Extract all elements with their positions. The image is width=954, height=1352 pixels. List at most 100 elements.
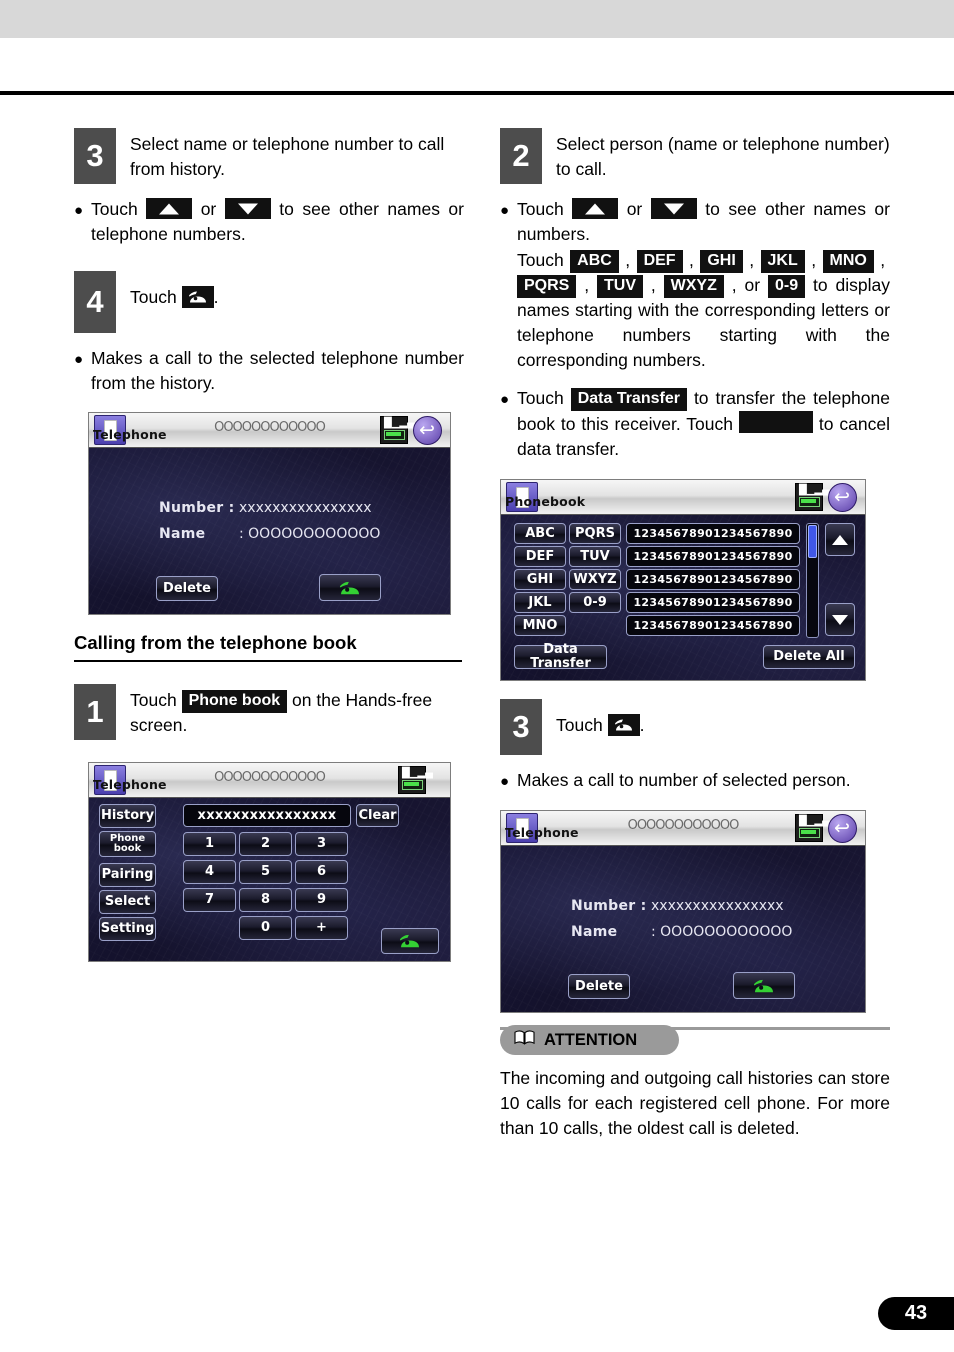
phone-call-icon[interactable] (607, 714, 640, 736)
bullet-mid: or (626, 199, 643, 219)
letter-chip-wxyz[interactable]: WXYZ (663, 275, 724, 298)
call-button[interactable] (381, 928, 439, 954)
step-instruction: Select person (name or telephone number)… (556, 134, 890, 179)
sidebar-item-setting[interactable]: Setting (99, 917, 156, 941)
key-7[interactable]: 7 (183, 888, 236, 912)
step-instruction: Touch Phone book on the Hands-free scree… (130, 684, 464, 738)
key-4[interactable]: 4 (183, 860, 236, 884)
delete-button[interactable]: Delete (568, 974, 630, 999)
signal-bars-icon: █▁▂▄ (402, 768, 433, 779)
number-value: xxxxxxxxxxxxxxxx (239, 500, 372, 516)
sidebar-item-phone-book[interactable]: Phone book (99, 831, 156, 857)
bullet-text: Touch Data Transfer to transfer the tele… (517, 386, 890, 462)
phonebook-entry-1[interactable]: 12345678901234567890 (626, 523, 800, 544)
phone-book-chip[interactable]: Phone book (181, 690, 288, 713)
sidebar-item-select[interactable]: Select (99, 890, 156, 914)
scroll-down-button[interactable] (825, 603, 855, 636)
key-plus[interactable]: + (295, 916, 348, 940)
scroll-up-icon[interactable] (146, 198, 193, 219)
telephone-call-screen[interactable]: Telephone OOOOOOOOOOOO █▁▂▄ Number : xxx… (88, 412, 451, 615)
letter-chip-abc[interactable]: ABC (570, 250, 619, 273)
number-label: Number : (571, 898, 647, 914)
letter-key-mno[interactable]: MNO (514, 615, 566, 636)
call-button[interactable] (319, 574, 381, 601)
phonebook-entry-2[interactable]: 12345678901234567890 (626, 546, 800, 567)
letter-chip-tuv[interactable]: TUV (597, 275, 643, 298)
phonebook-entry-3[interactable]: 12345678901234567890 (626, 569, 800, 590)
step-pre: Touch (130, 287, 177, 307)
key-1[interactable]: 1 (183, 832, 236, 856)
letter-chip-ghi[interactable]: GHI (700, 250, 743, 273)
letter-chip-def[interactable]: DEF (636, 250, 683, 273)
back-button[interactable] (413, 416, 442, 445)
delete-all-button[interactable]: Delete All (763, 645, 855, 669)
scroll-down-icon[interactable] (224, 198, 271, 219)
attention-body: The incoming and outgoing call histories… (500, 1068, 890, 1138)
key-2[interactable]: 2 (239, 832, 292, 856)
step-badge: 4 (74, 271, 116, 333)
call-button[interactable] (733, 972, 795, 999)
data-transfer-chip[interactable]: Data Transfer (570, 388, 687, 411)
section-heading: Calling from the telephone book (74, 632, 357, 653)
bullet-dot: ● (500, 391, 510, 408)
bullet-dot: ● (74, 351, 84, 368)
redacted-chip[interactable] (738, 411, 813, 433)
letter-key-ghi[interactable]: GHI (514, 569, 566, 590)
letter-key-tuv[interactable]: TUV (569, 546, 621, 567)
scrollbar-track[interactable] (806, 523, 819, 638)
right-column: 2 Select person (name or telephone numbe… (500, 128, 890, 1141)
signal-bars-icon: █▁▂▄ (384, 418, 415, 429)
letter-key-wxyz[interactable]: WXYZ (569, 569, 621, 590)
bullet-text: Makes a call to the selected telephone n… (91, 348, 464, 393)
clear-button[interactable]: Clear (356, 804, 399, 827)
key-3[interactable]: 3 (295, 832, 348, 856)
attention-box: ATTENTION The incoming and outgoing call… (500, 1025, 890, 1141)
letter-key-abc[interactable]: ABC (514, 523, 566, 544)
sidebar-item-history[interactable]: History (99, 804, 156, 828)
telephone-call-screen[interactable]: Telephone OOOOOOOOOOOO █▁▂▄ Number : xxx… (500, 810, 866, 1013)
key-0[interactable]: 0 (239, 916, 292, 940)
data-transfer-button[interactable]: Data Transfer (514, 643, 607, 670)
key-9[interactable]: 9 (295, 888, 348, 912)
bullet-text: Touch or to see other names or telephone… (91, 197, 464, 247)
scroll-down-icon[interactable] (650, 198, 697, 219)
back-button[interactable] (828, 814, 857, 843)
battery-icon (799, 497, 820, 507)
screen-content: Number : xxxxxxxxxxxxxxxx Name : OOOOOOO… (89, 448, 450, 614)
back-button[interactable] (828, 483, 857, 512)
scroll-up-icon[interactable] (572, 198, 619, 219)
phonebook-entry-4[interactable]: 12345678901234567890 (626, 592, 800, 613)
phone-call-icon[interactable] (181, 286, 214, 308)
step-pre: Touch (130, 690, 177, 710)
signal-battery-icon: █▁▂▄ (380, 416, 415, 444)
scroll-up-button[interactable] (825, 523, 855, 556)
sidebar-item-pairing[interactable]: Pairing (99, 863, 156, 887)
bullet-mid: or (200, 199, 217, 219)
signal-bars-icon: █▁▂▄ (799, 816, 830, 827)
key-5[interactable]: 5 (239, 860, 292, 884)
key-6[interactable]: 6 (295, 860, 348, 884)
key-8[interactable]: 8 (239, 888, 292, 912)
open-book-icon (514, 1030, 535, 1050)
letter-key-0-9[interactable]: 0-9 (569, 592, 621, 613)
manual-page: 3 Select name or telephone number to cal… (0, 0, 954, 1352)
screen-content: ABC PQRS DEF TUV GHI WXYZ JKL 0-9 MNO 12… (501, 515, 865, 680)
bullet-dot: ● (74, 202, 84, 219)
screen-header-placeholder: OOOOOOOOOOOO (214, 770, 326, 785)
letter-key-def[interactable]: DEF (514, 546, 566, 567)
bullet-text: Makes a call to number of selected perso… (517, 770, 851, 790)
delete-button[interactable]: Delete (156, 576, 218, 601)
bullet-scroll-arrows-right: ● Touch or to see other names or numbers… (500, 197, 890, 373)
letter-chip-0-9[interactable]: 0-9 (767, 275, 806, 298)
phonebook-entry-5[interactable]: 12345678901234567890 (626, 615, 800, 636)
telephone-keypad-screen[interactable]: Telephone OOOOOOOOOOOO █▁▂▄ History Phon… (88, 762, 451, 962)
scrollbar-thumb[interactable] (808, 525, 817, 558)
number-display: xxxxxxxxxxxxxxxx (183, 804, 351, 827)
letter-chip-jkl[interactable]: JKL (760, 250, 805, 273)
signal-battery-icon: █▁▂▄ (795, 814, 830, 842)
letter-chip-mno[interactable]: MNO (822, 250, 874, 273)
phonebook-screen[interactable]: Phonebook █▁▂▄ ABC PQRS DEF TUV GHI WXYZ… (500, 479, 866, 681)
letter-chip-pqrs[interactable]: PQRS (517, 275, 577, 298)
letter-key-jkl[interactable]: JKL (514, 592, 566, 613)
letter-key-pqrs[interactable]: PQRS (569, 523, 621, 544)
